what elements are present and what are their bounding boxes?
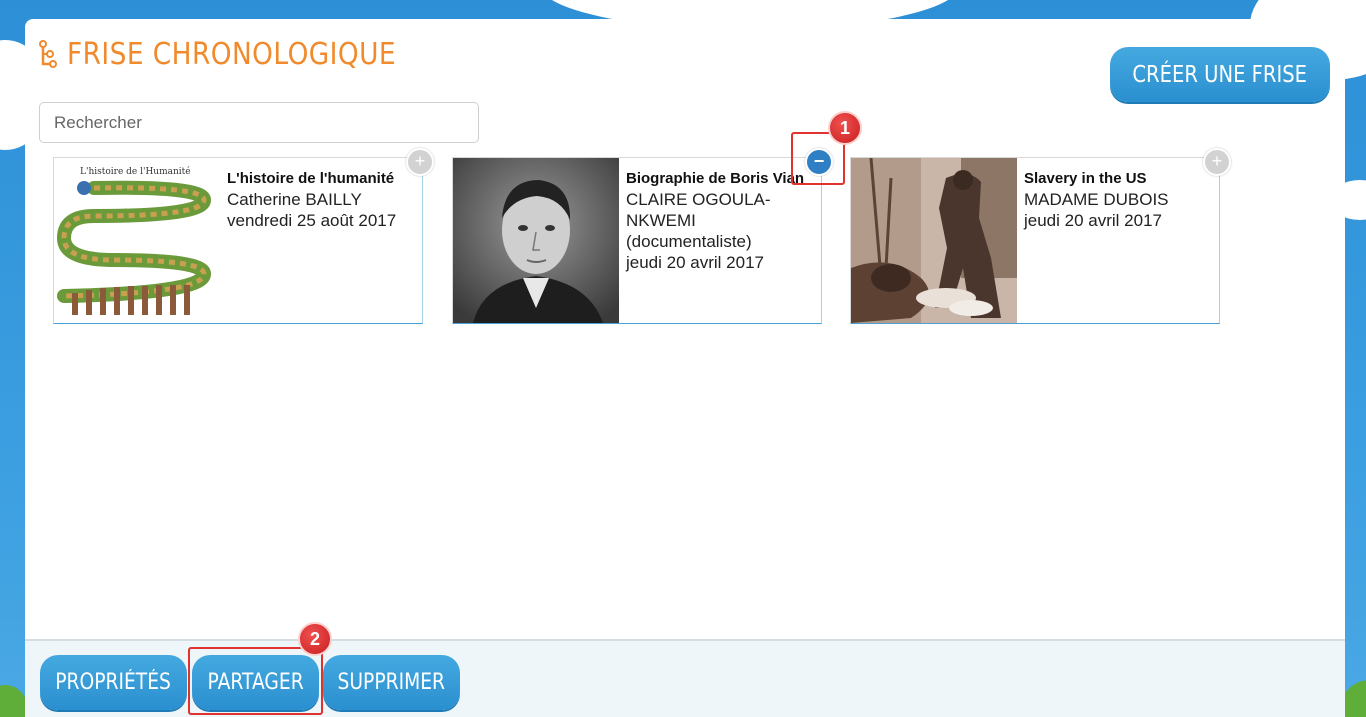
timeline-thumbnail: [453, 158, 619, 323]
timeline-card[interactable]: Slavery in the US MADAME DUBOIS jeudi 20…: [850, 148, 1231, 324]
humanity-timeline-image: L'histoire de l'Humanité: [54, 158, 220, 323]
timeline-info: Biographie de Boris Vian CLAIRE OGOULA-N…: [626, 168, 815, 273]
timeline-date: vendredi 25 août 2017: [227, 211, 397, 230]
annotation-badge: 2: [298, 622, 332, 656]
timeline-info: Slavery in the US MADAME DUBOIS jeudi 20…: [1024, 168, 1213, 231]
page-title: FRISE CHRONOLOGIQUE: [67, 37, 397, 72]
action-bar: PROPRIÉTÉS PARTAGER SUPPRIMER: [25, 639, 1345, 717]
timeline-info: L'histoire de l'humanité Catherine BAILL…: [227, 168, 416, 231]
timeline-card-selected[interactable]: Biographie de Boris Vian CLAIRE OGOULA-N…: [452, 148, 833, 324]
timeline-author: Catherine BAILLY: [227, 190, 362, 209]
timeline-title: L'histoire de l'humanité: [227, 170, 395, 187]
create-timeline-label: CRÉER UNE FRISE: [1132, 61, 1308, 88]
properties-button[interactable]: PROPRIÉTÉS: [40, 655, 187, 710]
properties-label: PROPRIÉTÉS: [55, 670, 172, 695]
delete-label: SUPPRIMER: [337, 670, 446, 695]
timeline-author: MADAME DUBOIS: [1024, 190, 1169, 209]
timeline-date: jeudi 20 avril 2017: [1024, 211, 1162, 230]
search-input[interactable]: [39, 102, 479, 143]
timeline-thumbnail: L'histoire de l'Humanité: [54, 158, 220, 323]
timeline-title: Slavery in the US: [1024, 170, 1147, 187]
select-toggle-plus-icon[interactable]: +: [1203, 148, 1231, 176]
select-toggle-plus-icon[interactable]: +: [406, 148, 434, 176]
portrait-photo-image: [453, 158, 619, 323]
timeline-author: CLAIRE OGOULA-NKWEMI (documentaliste): [626, 190, 771, 251]
timeline-date: jeudi 20 avril 2017: [626, 253, 764, 272]
timeline-title: Biographie de Boris Vian: [626, 170, 805, 187]
create-timeline-button[interactable]: CRÉER UNE FRISE: [1110, 47, 1330, 102]
main-panel: FRISE CHRONOLOGIQUE CRÉER UNE FRISE L'hi…: [25, 19, 1345, 717]
header: FRISE CHRONOLOGIQUE: [37, 37, 441, 72]
timeline-icon: [39, 39, 57, 68]
delete-button[interactable]: SUPPRIMER: [323, 655, 460, 710]
thumb-title-text: L'histoire de l'Humanité: [80, 166, 191, 177]
timeline-card[interactable]: L'histoire de l'Humanité L'histoire de l…: [53, 148, 434, 324]
engraving-illustration-image: [851, 158, 1017, 323]
annotation-badge: 1: [828, 111, 862, 145]
timeline-thumbnail: [851, 158, 1017, 323]
annotation-highlight-box: [188, 647, 323, 715]
